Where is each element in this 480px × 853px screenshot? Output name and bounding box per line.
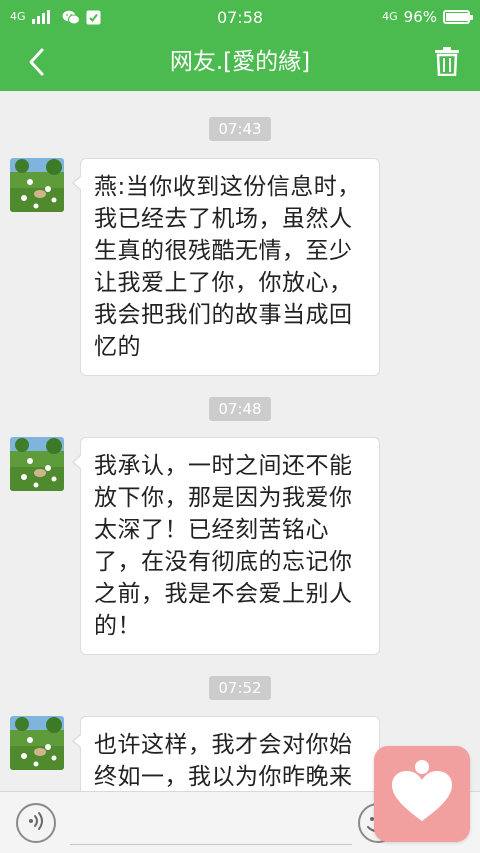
voice-input-button[interactable] <box>16 803 56 843</box>
message-timestamp: 07:43 <box>0 117 480 141</box>
message-timestamp: 07:48 <box>0 397 480 421</box>
floating-heart-button[interactable] <box>374 746 470 842</box>
message-bubble[interactable]: 也许这样，我才会对你始 终如一，我以为你昨晚来 <box>72 716 380 791</box>
message-bubble[interactable]: 燕:当你收到这份信息时， 我已经去了机场，虽然人 生真的很残酷无情，至少 让我爱… <box>72 158 380 376</box>
back-button[interactable] <box>18 46 54 82</box>
contact-avatar[interactable] <box>10 158 64 212</box>
battery-fill <box>446 13 469 21</box>
contact-avatar[interactable] <box>10 437 64 491</box>
chat-message-list[interactable]: 07:43 燕:当你收到这份信息时， 我已经去了机场，虽然人 生真的很残酷无情，… <box>0 91 480 791</box>
heart-person-icon <box>390 759 454 829</box>
page-title: 网友.[愛的緣] <box>169 49 311 75</box>
status-bar: 4G 07:58 4G 96% <box>0 0 480 34</box>
contact-avatar[interactable] <box>10 716 64 770</box>
message-timestamp: 07:52 <box>0 676 480 700</box>
battery-icon <box>443 10 473 24</box>
message-input[interactable] <box>70 802 352 845</box>
voice-icon <box>25 810 47 836</box>
message-bubble[interactable]: 我承认，一时之间还不能 放下你，那是因为我爱你 太深了！已经刻苦铭心 了，在没有… <box>72 437 380 655</box>
chevron-left-icon <box>26 47 46 81</box>
battery-percent: 96% <box>403 8 437 26</box>
delete-chat-button[interactable] <box>430 45 464 81</box>
network-type-right: 4G <box>382 10 398 23</box>
status-right: 4G 96% <box>382 8 473 26</box>
chat-header: 网友.[愛的緣] <box>0 34 480 91</box>
trash-icon <box>434 46 460 80</box>
